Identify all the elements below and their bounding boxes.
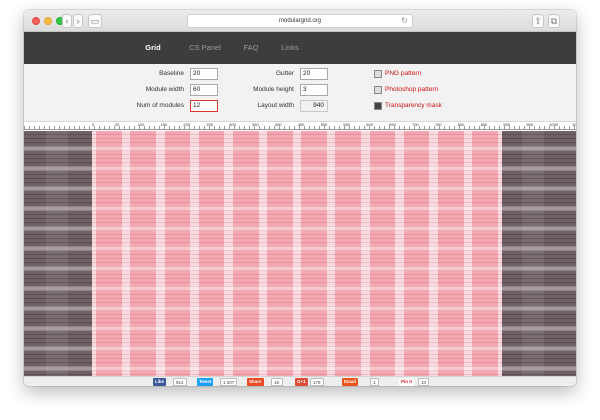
- facebook-count: 914: [173, 378, 187, 386]
- grid-module-column: [164, 131, 191, 376]
- ruler-label: 750: [434, 122, 442, 127]
- grid-module-column: [130, 131, 157, 376]
- layout-area: [92, 131, 502, 376]
- url-text: modulargrid.org: [278, 18, 322, 24]
- browser-window: ‹ › ▭ modulargrid.org ↻ ⇧ ⧉ Grid CS Pane…: [24, 10, 576, 386]
- ruler-label: 20: [114, 122, 120, 127]
- ruler-label: 350: [252, 122, 259, 127]
- stumble-share-button[interactable]: Share: [247, 378, 264, 386]
- baseline-label: Baseline: [159, 70, 184, 77]
- stumble-count: 1K: [271, 378, 283, 386]
- tabs-icon[interactable]: ⧉: [548, 14, 560, 28]
- gutter-label: Gutter: [275, 70, 294, 77]
- photoshop-icon: [374, 86, 382, 94]
- gutter-input[interactable]: 20: [300, 68, 328, 80]
- grid-module-column: [96, 131, 122, 376]
- minimize-window-button[interactable]: [44, 17, 52, 25]
- left-margin-area: [24, 131, 92, 376]
- ruler-label: 100: [137, 122, 145, 127]
- grid-module-column: [472, 131, 498, 376]
- grid-preview: [24, 131, 576, 376]
- grid-module-column: [232, 131, 259, 376]
- address-bar[interactable]: modulargrid.org ↻: [187, 14, 413, 28]
- ruler-label: 1000: [549, 122, 559, 127]
- tweet-button[interactable]: Tweet: [197, 378, 214, 386]
- photoshop-pattern-link[interactable]: Photoshop pattern: [385, 85, 438, 95]
- png-icon: [374, 70, 382, 78]
- share-icon[interactable]: ⇧: [532, 14, 544, 28]
- layout-width-value: 940: [300, 100, 328, 112]
- nav-grid[interactable]: Grid: [128, 32, 178, 64]
- ruler-label: 950: [526, 122, 533, 127]
- transparency-mask-link[interactable]: Transparency mask: [385, 101, 442, 111]
- mask-icon: [374, 102, 382, 110]
- pinterest-count: 10: [418, 378, 430, 386]
- settings-panel: Baseline 20 Module width 60 Num of modul…: [24, 64, 576, 122]
- png-pattern-link[interactable]: PNG pattern: [385, 69, 421, 79]
- ruler-label: 900: [503, 122, 511, 127]
- ruler-label: 250: [206, 122, 213, 127]
- ruler-label: 150: [160, 122, 168, 127]
- nav-links[interactable]: Links: [265, 32, 315, 64]
- grid-module-column: [437, 131, 464, 376]
- pixel-ruler: 0 20 100 150 200 250 300 350 400 450 500 550 600 650 7…: [24, 123, 576, 130]
- ruler-label: 1050: [572, 122, 576, 127]
- share-bar: Like 914 Tweet 1 207 Share 1K G+1 179 Em…: [24, 376, 576, 386]
- back-icon[interactable]: ‹: [62, 14, 72, 28]
- margin-column: [46, 131, 68, 376]
- email-count: 1: [370, 378, 379, 386]
- ruler-label: 450: [297, 122, 305, 127]
- gplus-count: 179: [310, 378, 324, 386]
- pinterest-button[interactable]: Pin it: [399, 378, 414, 386]
- forward-icon[interactable]: ›: [73, 14, 83, 28]
- nav-cs-panel[interactable]: CS Panel: [180, 32, 230, 64]
- reload-icon[interactable]: ↻: [401, 15, 408, 27]
- ruler-label: 700: [412, 122, 419, 127]
- ruler-label: 300: [229, 122, 236, 127]
- ruler-label: 650: [389, 122, 396, 127]
- num-modules-label: Num of modules: [136, 102, 184, 109]
- layout-width-label: Layout width: [257, 102, 295, 109]
- ruler-label: 0: [92, 122, 95, 127]
- module-height-input[interactable]: 3: [300, 84, 328, 96]
- grid-module-column: [267, 131, 293, 376]
- facebook-like-button[interactable]: Like: [153, 378, 167, 386]
- module-height-label: Module height: [253, 86, 294, 93]
- sidebar-icon[interactable]: ▭: [88, 14, 102, 28]
- right-margin-area: [502, 131, 576, 376]
- grid-module-column: [369, 131, 396, 376]
- top-nav: Grid CS Panel FAQ Links: [24, 32, 576, 64]
- gplus-button[interactable]: G+1: [295, 378, 308, 386]
- ruler-label: 200: [183, 122, 191, 127]
- module-width-label: Module width: [145, 86, 184, 93]
- ruler-label: 550: [343, 122, 351, 127]
- email-button[interactable]: Email: [342, 378, 359, 386]
- ruler-label: 500: [320, 122, 328, 127]
- ruler-label: 600: [366, 122, 373, 127]
- margin-column: [522, 131, 544, 376]
- grid-module-column: [301, 131, 327, 376]
- tweet-count: 1 207: [220, 378, 238, 386]
- ruler-label: 800: [457, 122, 465, 127]
- browser-toolbar: ‹ › ▭ modulargrid.org ↻ ⇧ ⧉: [24, 10, 576, 32]
- grid-module-column: [335, 131, 362, 376]
- ruler-label: 850: [480, 122, 488, 127]
- grid-module-column: [198, 131, 225, 376]
- grid-module-column: [403, 131, 430, 376]
- close-window-button[interactable]: [32, 17, 40, 25]
- ruler-label: 400: [274, 122, 282, 127]
